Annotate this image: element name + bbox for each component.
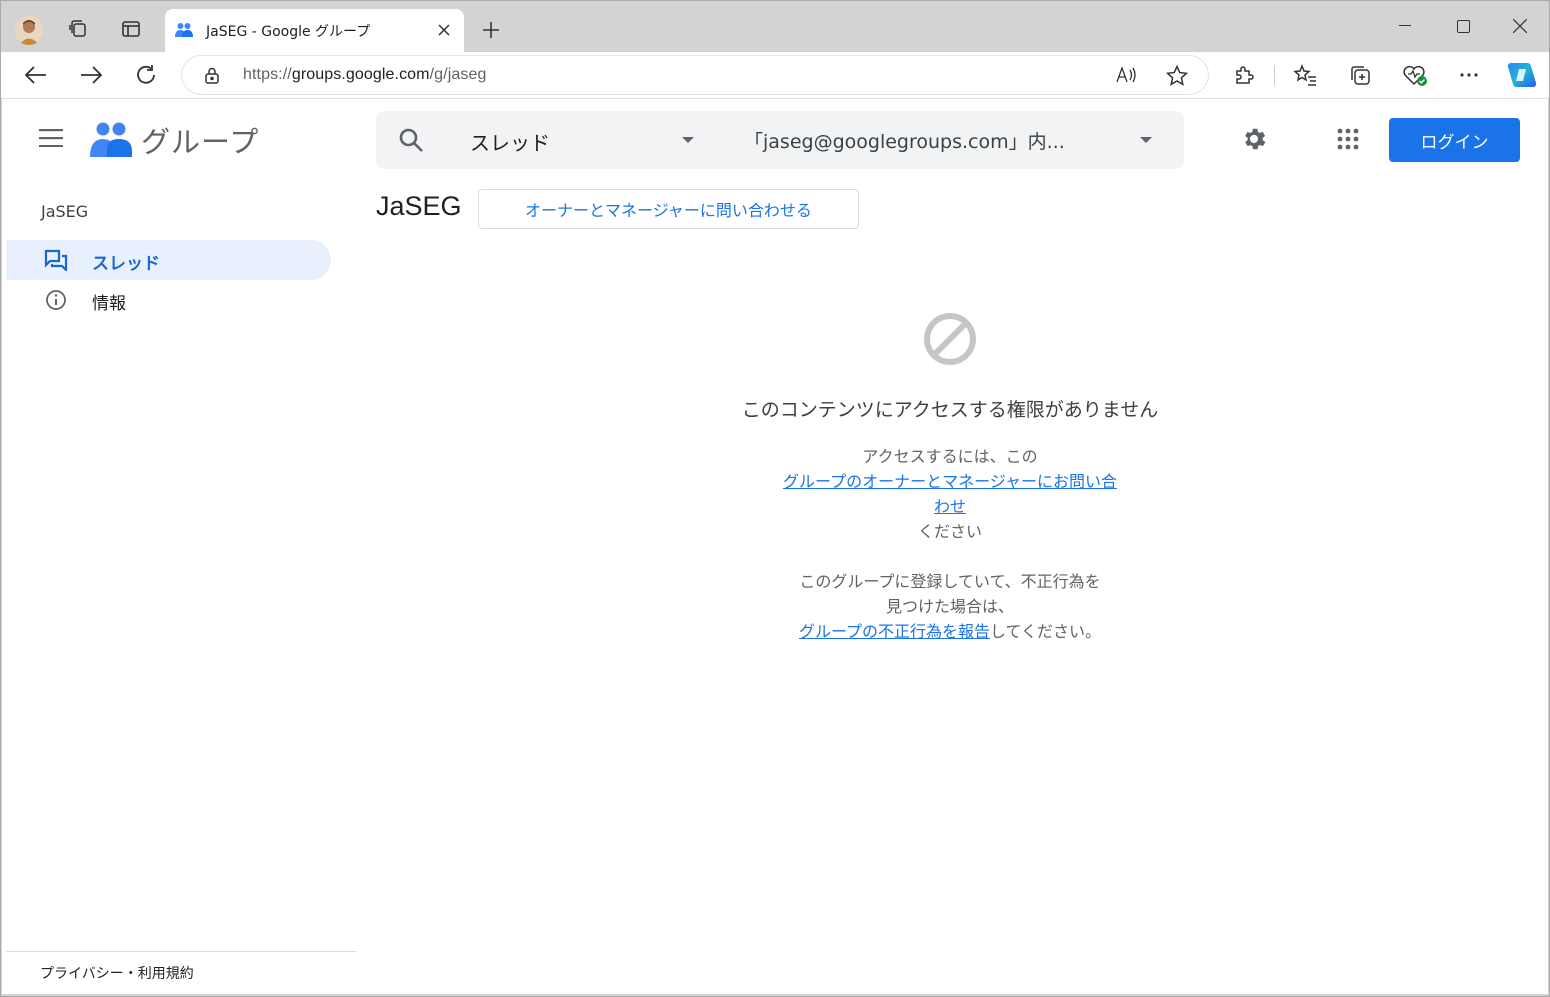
contact-owners-link[interactable]: グループのオーナーとマネージャーにお問い合わせ — [783, 472, 1117, 516]
blocked-icon — [924, 313, 976, 365]
groups-favicon-icon — [175, 23, 193, 37]
avatar-icon — [14, 15, 44, 45]
sidebar-item-label: スレッド — [92, 254, 160, 274]
report-line-1: このグループに登録していて、不正行為を — [799, 572, 1101, 591]
url-host: groups.google.com — [291, 66, 430, 83]
collections-icon[interactable] — [1343, 58, 1377, 92]
close-window-icon[interactable] — [1500, 10, 1540, 42]
main-menu-icon[interactable] — [38, 125, 64, 151]
browser-toolbar: https://groups.google.com/g/jaseg — [0, 52, 1550, 98]
sidebar-item-threads[interactable]: スレッド — [6, 240, 331, 280]
toolbar-divider — [1274, 65, 1275, 85]
access-prefix: アクセスするには、この — [862, 447, 1038, 466]
maximize-icon[interactable] — [1443, 10, 1483, 42]
more-menu-icon[interactable] — [1452, 58, 1486, 92]
search-icon[interactable] — [398, 127, 424, 153]
extensions-icon[interactable] — [1227, 58, 1261, 92]
info-icon — [44, 288, 68, 312]
contact-owners-button[interactable]: オーナーとマネージャーに問い合わせる — [478, 189, 859, 229]
sidebar-item-about[interactable]: 情報 — [6, 280, 331, 320]
lock-icon[interactable] — [204, 67, 220, 84]
search-input[interactable]: 「jaseg@googlegroups.com」内... — [744, 127, 1065, 154]
url-path: /g/jaseg — [429, 66, 487, 83]
url-scheme: https:// — [243, 66, 292, 83]
login-button[interactable]: ログイン — [1389, 118, 1520, 162]
tab-title: JaSEG - Google グループ — [206, 24, 371, 40]
access-denied-title: このコンテンツにアクセスする権限がありません — [741, 399, 1159, 421]
search-bar: スレッド 「jaseg@googlegroups.com」内... — [376, 111, 1184, 169]
report-message: このグループに登録していて、不正行為を 見つけた場合は、 グループの不正行為を報… — [702, 569, 1198, 644]
copilot-icon[interactable] — [1505, 58, 1539, 92]
vertical-tabs-icon[interactable] — [114, 12, 148, 46]
search-options-dropdown-icon[interactable] — [1140, 137, 1152, 143]
address-bar[interactable]: https://groups.google.com/g/jaseg — [182, 56, 1208, 94]
groups-logo-icon[interactable] — [90, 121, 132, 159]
active-tab[interactable]: JaSEG - Google グループ — [165, 9, 464, 52]
sidebar-divider — [6, 951, 356, 952]
forward-icon[interactable] — [74, 58, 108, 92]
settings-gear-icon[interactable] — [1238, 123, 1270, 155]
search-scope-select[interactable]: スレッド — [470, 127, 550, 156]
report-suffix: してください。 — [990, 622, 1102, 641]
sidebar-group-name: JaSEG — [41, 202, 89, 221]
sidebar-item-label: 情報 — [92, 294, 126, 314]
workspaces-icon[interactable] — [61, 12, 95, 46]
access-suffix: ください — [917, 522, 982, 541]
refresh-icon[interactable] — [129, 58, 163, 92]
tab-close-icon[interactable] — [434, 20, 454, 40]
new-tab-icon[interactable] — [474, 13, 508, 47]
back-icon[interactable] — [19, 58, 53, 92]
report-abuse-link[interactable]: グループの不正行為を報告 — [799, 622, 990, 641]
favorite-star-icon[interactable] — [1166, 65, 1188, 86]
profile-avatar[interactable] — [14, 15, 44, 45]
tab-strip: JaSEG - Google グループ — [0, 0, 1550, 52]
scope-dropdown-icon[interactable] — [682, 137, 694, 143]
privacy-terms-link[interactable]: プライバシー・利用規約 — [40, 963, 194, 983]
url-text[interactable]: https://groups.google.com/g/jaseg — [243, 66, 486, 84]
minimize-icon[interactable] — [1385, 10, 1425, 42]
report-line-2: 見つけた場合は、 — [885, 597, 1014, 616]
browser-essentials-icon[interactable] — [1398, 58, 1432, 92]
google-apps-icon[interactable] — [1332, 123, 1364, 155]
page: グループ スレッド 「jaseg@googlegroups.com」内... ロ… — [2, 98, 1548, 994]
favorites-icon[interactable] — [1288, 58, 1322, 92]
forum-icon — [44, 248, 68, 272]
group-title: JaSEG — [376, 191, 462, 221]
access-message: アクセスするには、この グループのオーナーとマネージャーにお問い合わせ ください — [702, 444, 1198, 544]
read-aloud-icon[interactable] — [1116, 66, 1138, 84]
app-logo-text[interactable]: グループ — [141, 119, 259, 161]
